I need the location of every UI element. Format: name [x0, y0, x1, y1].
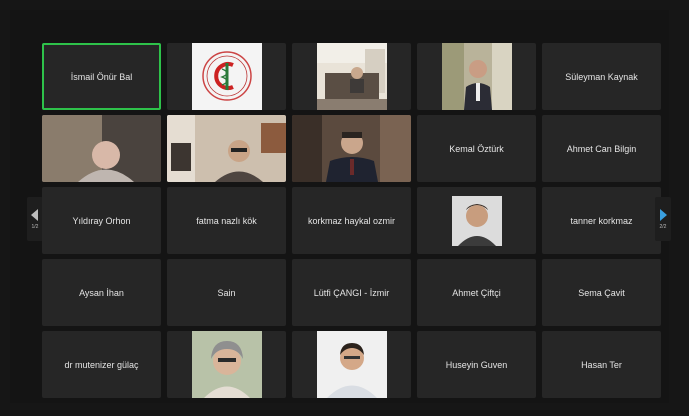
participant-tile[interactable] — [42, 115, 161, 182]
participant-tile[interactable]: Sain — [167, 259, 286, 326]
participant-name: Ahmet Çiftçi — [452, 287, 501, 298]
participant-tile[interactable]: dr mutenizer gülaç — [42, 331, 161, 398]
participant-name: Sain — [217, 287, 236, 298]
participant-name: Huseyin Guven — [445, 359, 508, 370]
participant-name: dr mutenizer gülaç — [64, 359, 139, 370]
participant-tile[interactable]: Süleyman Kaynak — [542, 43, 661, 110]
participant-name: İsmail Önür Bal — [70, 71, 133, 82]
previous-page-button[interactable]: 1/2 — [27, 197, 43, 241]
video-gallery-view: 1/2 İsmail Önür Bal Süleyman Kaynak Kema… — [10, 10, 671, 403]
participant-tile[interactable] — [167, 331, 286, 398]
participant-name: Aysan İhan — [79, 287, 124, 298]
participant-tile[interactable]: İsmail Önür Bal — [42, 43, 161, 110]
participant-tile[interactable] — [292, 115, 411, 182]
participant-tile[interactable] — [292, 331, 411, 398]
participant-name: Süleyman Kaynak — [565, 71, 638, 82]
participant-tile[interactable] — [417, 187, 536, 254]
chevron-right-icon — [660, 208, 667, 221]
participant-tile[interactable]: fatma nazlı kök — [167, 187, 286, 254]
participant-tile[interactable]: Kemal Öztürk — [417, 115, 536, 182]
participant-tile[interactable]: Hasan Ter — [542, 331, 661, 398]
participant-tile[interactable]: tanner korkmaz — [542, 187, 661, 254]
participant-video — [292, 115, 411, 182]
participant-video — [167, 115, 286, 182]
next-page-button[interactable]: 2/2 — [655, 197, 671, 241]
participant-photo — [451, 195, 502, 246]
participant-video — [441, 43, 512, 110]
participant-photo — [316, 331, 387, 398]
chevron-left-icon — [31, 208, 38, 221]
participant-tile[interactable]: Aysan İhan — [42, 259, 161, 326]
participant-name: Yıldıray Orhon — [72, 215, 131, 226]
participant-name: Lütfi ÇANGI - İzmir — [313, 287, 390, 298]
participant-photo — [191, 331, 262, 398]
participant-tile[interactable] — [167, 115, 286, 182]
participant-tile[interactable]: Sema Çavit — [542, 259, 661, 326]
participant-tile[interactable] — [167, 43, 286, 110]
participant-tile[interactable]: Lütfi ÇANGI - İzmir — [292, 259, 411, 326]
participant-tile[interactable]: korkmaz haykal ozmir — [292, 187, 411, 254]
participant-video — [316, 43, 387, 110]
participant-name: tanner korkmaz — [570, 215, 633, 226]
participant-name: Kemal Öztürk — [449, 143, 504, 154]
participant-tile[interactable]: Ahmet Can Bilgin — [542, 115, 661, 182]
participant-tile[interactable]: Huseyin Guven — [417, 331, 536, 398]
participant-name: korkmaz haykal ozmir — [307, 215, 396, 226]
participant-tile[interactable]: Ahmet Çiftçi — [417, 259, 536, 326]
participant-name: Hasan Ter — [581, 359, 622, 370]
participant-tile[interactable] — [292, 43, 411, 110]
participant-logo-image — [191, 43, 262, 110]
next-page-indicator: 2/2 — [659, 223, 667, 230]
participant-name: Ahmet Can Bilgin — [566, 143, 637, 154]
participant-video — [42, 115, 161, 182]
participant-name: Sema Çavit — [578, 287, 625, 298]
participant-tile[interactable]: Yıldıray Orhon — [42, 187, 161, 254]
participant-tile[interactable] — [417, 43, 536, 110]
participant-name: fatma nazlı kök — [196, 215, 257, 226]
previous-page-indicator: 1/2 — [31, 223, 39, 230]
participant-grid: İsmail Önür Bal Süleyman Kaynak Kemal Öz… — [42, 43, 661, 398]
